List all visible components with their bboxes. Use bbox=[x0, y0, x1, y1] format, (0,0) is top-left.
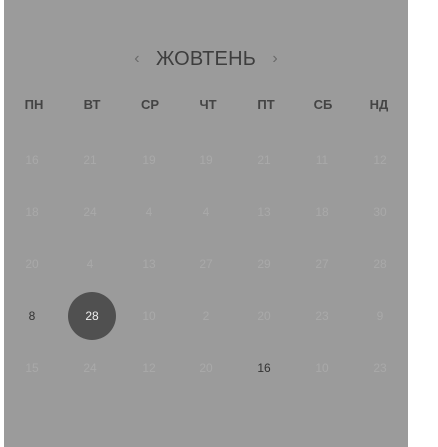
weekday-tue: ВТ bbox=[83, 97, 101, 112]
month-header: ‹ ЖОВТЕНЬ › bbox=[4, 44, 408, 74]
day-cell[interactable]: 21 bbox=[239, 135, 289, 185]
day-cell[interactable]: 23 bbox=[297, 291, 347, 341]
day-cell[interactable]: 19 bbox=[181, 135, 231, 185]
day-cell[interactable]: 10 bbox=[297, 343, 347, 393]
day-cell[interactable]: 11 bbox=[297, 135, 347, 185]
day-cell[interactable]: 29 bbox=[239, 239, 289, 289]
weekday-thu: ЧТ bbox=[199, 97, 217, 112]
day-cell[interactable]: 8 bbox=[7, 291, 57, 341]
day-cell[interactable]: 20 bbox=[239, 291, 289, 341]
day-cell[interactable]: 24 bbox=[65, 343, 115, 393]
weekday-fri: ПТ bbox=[257, 97, 275, 112]
day-cell[interactable]: 21 bbox=[65, 135, 115, 185]
weekday-row: ПН ВТ СР ЧТ ПТ СБ НД bbox=[4, 97, 408, 123]
day-cell[interactable]: 13 bbox=[124, 239, 174, 289]
page: ‹ ЖОВТЕНЬ › ПН ВТ СР ЧТ ПТ СБ НД 16 21 1… bbox=[0, 0, 438, 447]
day-cell[interactable]: 24 bbox=[65, 187, 115, 237]
chevron-right-icon[interactable]: › bbox=[266, 47, 284, 71]
calendar-panel: ‹ ЖОВТЕНЬ › ПН ВТ СР ЧТ ПТ СБ НД 16 21 1… bbox=[4, 0, 408, 447]
day-cell[interactable]: 18 bbox=[297, 187, 347, 237]
day-cell[interactable]: 16 bbox=[239, 343, 289, 393]
day-cell[interactable]: 12 bbox=[355, 135, 405, 185]
day-cell[interactable]: 28 bbox=[355, 239, 405, 289]
day-cell-selected[interactable]: 28 bbox=[68, 292, 116, 340]
day-cell[interactable]: 12 bbox=[124, 343, 174, 393]
chevron-left-icon[interactable]: ‹ bbox=[128, 47, 146, 71]
day-cell[interactable]: 4 bbox=[124, 187, 174, 237]
day-cell[interactable]: 18 bbox=[7, 187, 57, 237]
day-cell[interactable]: 9 bbox=[355, 291, 405, 341]
day-cell[interactable]: 4 bbox=[181, 187, 231, 237]
day-cell[interactable]: 20 bbox=[181, 343, 231, 393]
day-cell[interactable]: 10 bbox=[124, 291, 174, 341]
weekday-wed: СР bbox=[140, 97, 160, 112]
month-label: ЖОВТЕНЬ bbox=[155, 47, 257, 70]
day-cell[interactable]: 23 bbox=[355, 343, 405, 393]
day-cell[interactable]: 30 bbox=[355, 187, 405, 237]
day-cell[interactable]: 19 bbox=[124, 135, 174, 185]
weekday-sun: НД bbox=[369, 97, 389, 112]
day-cell[interactable]: 27 bbox=[297, 239, 347, 289]
day-cell[interactable]: 2 bbox=[181, 291, 231, 341]
day-cell[interactable]: 20 bbox=[7, 239, 57, 289]
day-cell[interactable]: 15 bbox=[7, 343, 57, 393]
day-cell[interactable]: 16 bbox=[7, 135, 57, 185]
weekday-mon: ПН bbox=[24, 97, 44, 112]
weekday-sat: СБ bbox=[313, 97, 333, 112]
day-cell[interactable]: 27 bbox=[181, 239, 231, 289]
day-cell[interactable]: 4 bbox=[65, 239, 115, 289]
day-cell[interactable]: 13 bbox=[239, 187, 289, 237]
